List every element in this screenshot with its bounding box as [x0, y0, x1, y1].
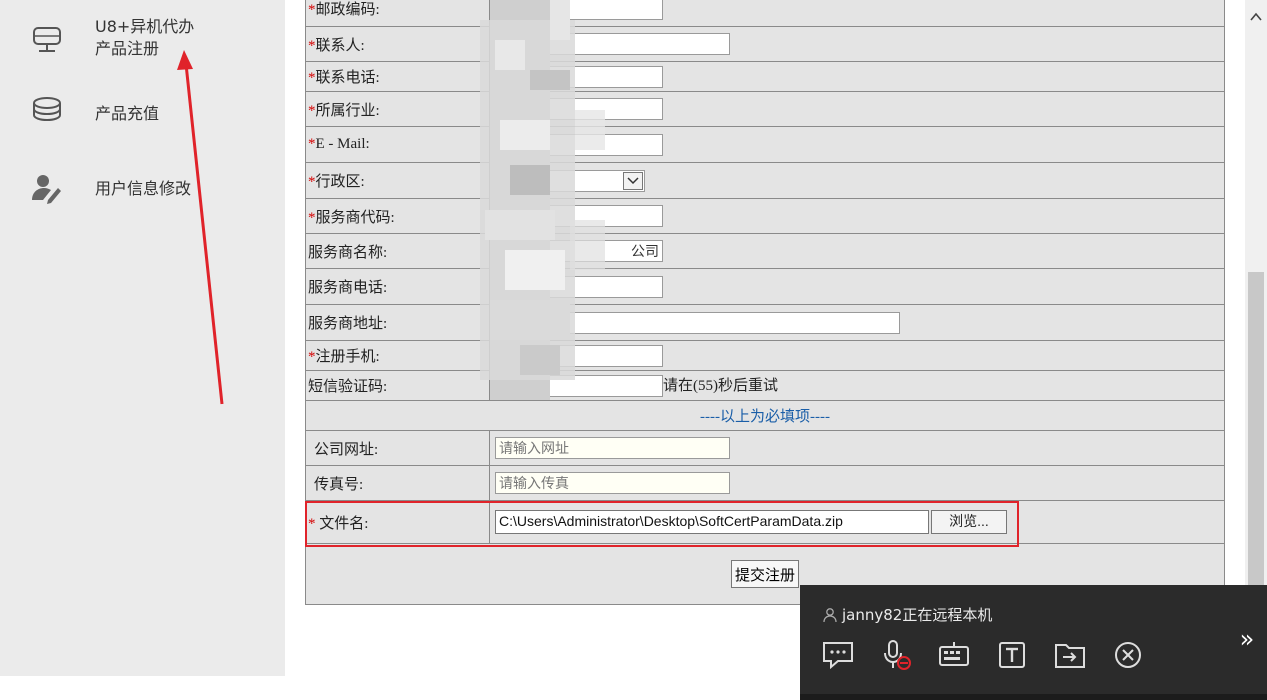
monitor-icon: [33, 27, 61, 52]
sidebar-label-line2: 产品注册: [95, 39, 160, 58]
expand-icon: »: [1239, 625, 1255, 653]
registration-form: *邮政编码: *联系人: *联系电话: *所属行业: *E - Mail: *行…: [305, 0, 1225, 605]
expand-panel-button[interactable]: »: [1227, 585, 1267, 700]
scroll-thumb[interactable]: [1248, 272, 1264, 602]
sidebar: U8+异机代办 产品注册 产品充值 用户信息修改: [0, 0, 285, 676]
sms-code-label: 短信验证码:: [305, 370, 490, 401]
website-label: 公司网址:: [305, 430, 490, 466]
sms-code-input[interactable]: [495, 375, 663, 398]
provider-phone-label: 服务商电话:: [305, 268, 490, 305]
scroll-up-icon[interactable]: [1249, 10, 1263, 24]
industry-input[interactable]: [495, 98, 663, 120]
postal-code-input[interactable]: [495, 0, 663, 20]
region-select[interactable]: [495, 169, 645, 192]
sms-retry-text: 请在(55)秒后重试: [663, 377, 778, 394]
sidebar-item-label: U8+异机代办 产品注册: [95, 16, 194, 60]
sidebar-item-user-info[interactable]: 用户信息修改: [0, 170, 285, 210]
reg-mobile-label: *注册手机:: [305, 340, 490, 371]
remote-title: janny82正在远程本机: [822, 604, 992, 625]
postal-code-label: *邮政编码:: [305, 0, 490, 27]
provider-code-input[interactable]: [495, 205, 663, 227]
sidebar-item-recharge[interactable]: 产品充值: [0, 95, 285, 135]
remote-control-panel: janny82正在远程本机: [800, 585, 1227, 700]
user-edit-icon: [32, 175, 61, 204]
email-input[interactable]: [495, 133, 663, 156]
provider-code-label: *服务商代码:: [305, 198, 490, 234]
provider-address-label: 服务商地址:: [305, 304, 490, 341]
remote-title-text: janny82正在远程本机: [842, 606, 993, 624]
sidebar-item-product-register[interactable]: U8+异机代办 产品注册: [0, 14, 285, 74]
user-icon: [823, 607, 837, 622]
required-note: ----以上为必填项----: [305, 400, 1225, 431]
reg-mobile-input[interactable]: [495, 344, 663, 367]
website-input[interactable]: 请输入网址: [495, 437, 730, 459]
provider-name-input[interactable]: 公司: [495, 240, 663, 262]
file-path-input[interactable]: C:\Users\Administrator\Desktop\SoftCertP…: [495, 510, 929, 534]
browse-button[interactable]: 浏览...: [931, 510, 1007, 534]
sidebar-label-line1: U8+异机代办: [95, 17, 195, 36]
submit-button[interactable]: 提交注册: [730, 560, 799, 588]
remote-panel-footer: [800, 694, 1267, 700]
chevron-down-icon[interactable]: [623, 171, 643, 190]
text-icon[interactable]: [994, 637, 1030, 673]
file-label: * 文件名:: [305, 500, 490, 544]
contact-input[interactable]: [495, 33, 730, 55]
email-label: *E - Mail:: [305, 126, 490, 163]
contact-phone-label: *联系电话:: [305, 61, 490, 92]
fax-label: 传真号:: [305, 465, 490, 501]
keyboard-icon[interactable]: [936, 637, 972, 673]
provider-phone-input[interactable]: [495, 275, 663, 298]
region-label: *行政区:: [305, 162, 490, 199]
coins-icon: [33, 97, 61, 122]
folder-transfer-icon[interactable]: [1052, 637, 1088, 673]
contact-phone-input[interactable]: [495, 65, 663, 88]
chat-icon[interactable]: [820, 637, 856, 673]
close-icon[interactable]: [1110, 637, 1146, 673]
sidebar-item-label: 用户信息修改: [95, 179, 192, 198]
provider-name-label: 服务商名称:: [305, 233, 490, 269]
fax-input[interactable]: 请输入传真: [495, 472, 730, 494]
industry-label: *所属行业:: [305, 91, 490, 127]
sidebar-item-label: 产品充值: [95, 104, 160, 123]
provider-address-input[interactable]: [495, 311, 900, 334]
mic-muted-icon[interactable]: [878, 637, 914, 673]
contact-label: *联系人:: [305, 26, 490, 62]
